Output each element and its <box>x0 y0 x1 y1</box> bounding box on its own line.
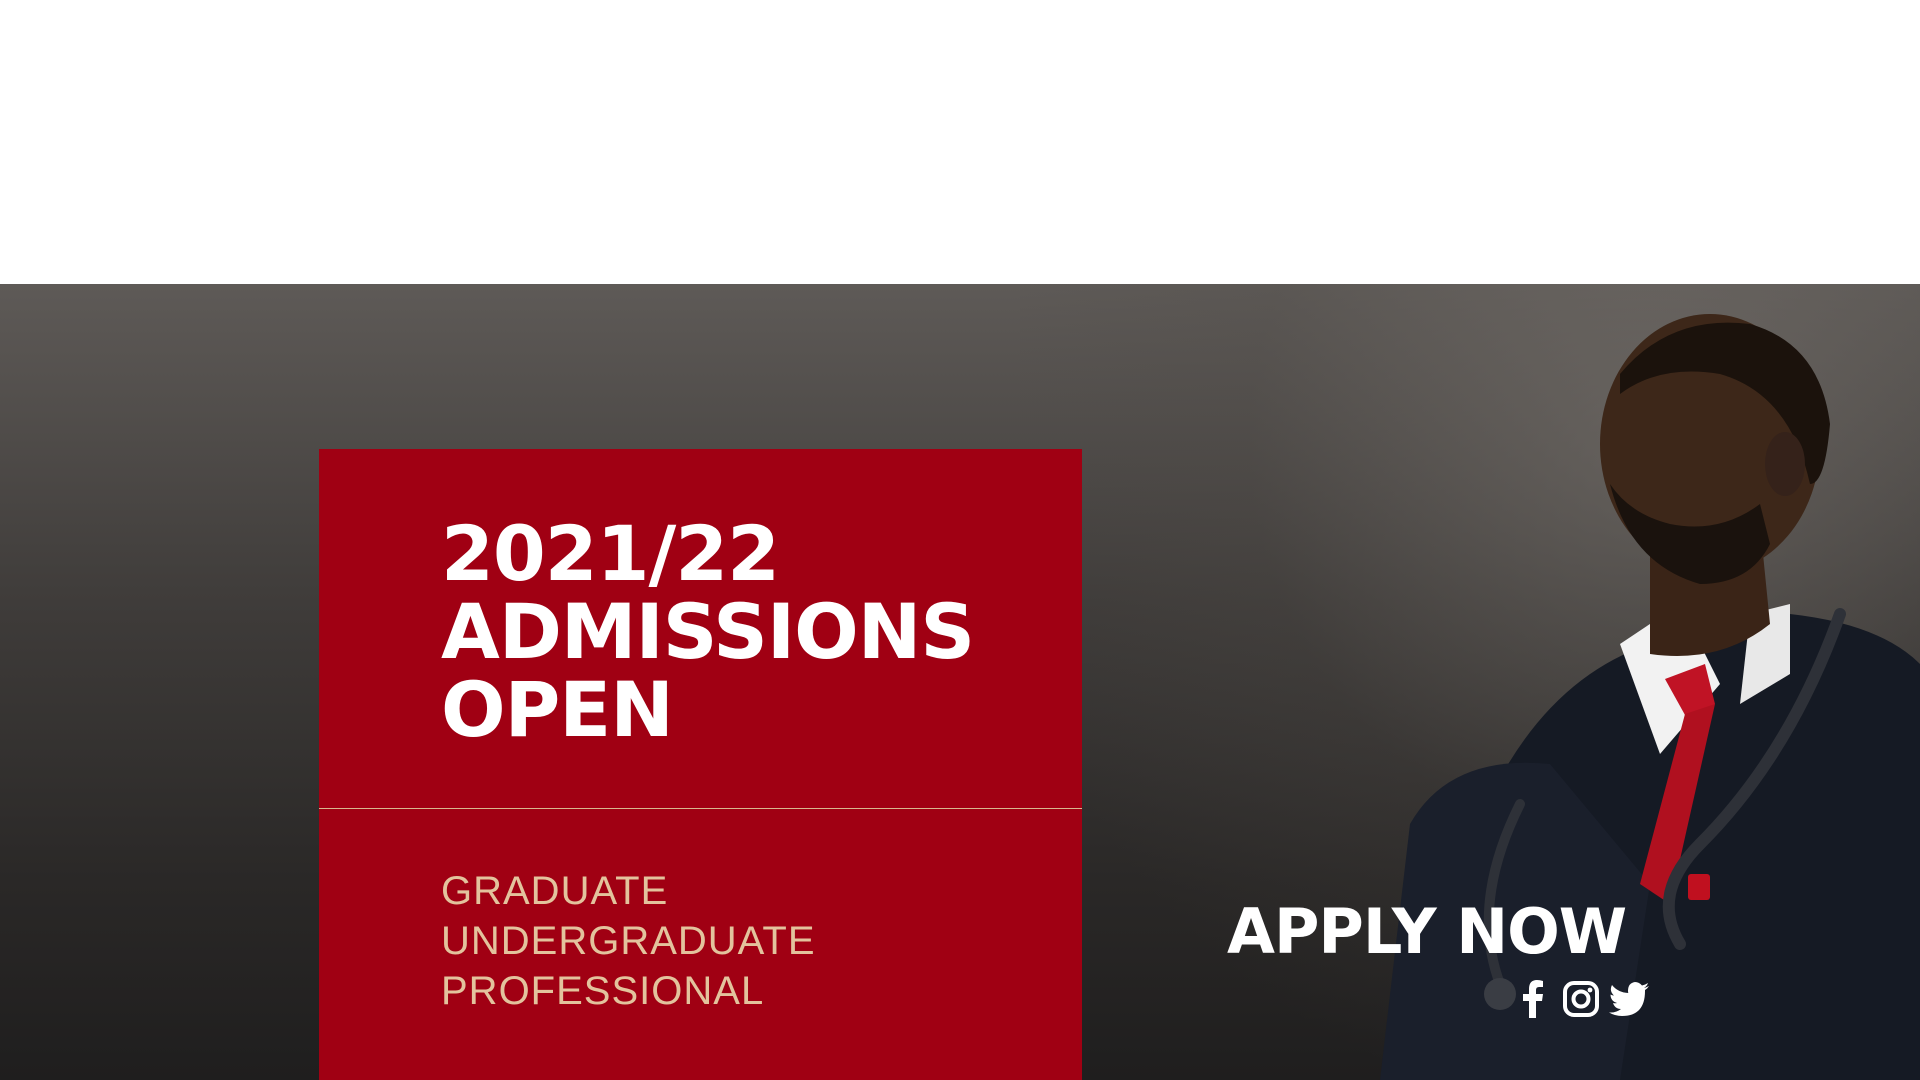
facebook-icon[interactable] <box>1512 978 1554 1020</box>
top-blank-area <box>0 0 1920 284</box>
apply-now-button[interactable]: APPLY NOW <box>1227 897 1627 967</box>
program-graduate: GRADUATE <box>441 869 669 913</box>
headline-open: OPEN <box>441 665 674 754</box>
headline-year: 2021/22 <box>441 509 780 598</box>
program-list: GRADUATE UNDERGRADUATE PROFESSIONAL <box>441 866 816 1016</box>
program-professional: PROFESSIONAL <box>441 969 765 1013</box>
twitter-icon[interactable] <box>1608 978 1650 1020</box>
headline-admissions: ADMISSIONS <box>441 587 975 676</box>
instagram-icon[interactable] <box>1560 978 1602 1020</box>
program-undergraduate: UNDERGRADUATE <box>441 919 816 963</box>
page: 2021/22 ADMISSIONS OPEN GRADUATE UNDERGR… <box>0 0 1920 1080</box>
social-links <box>1512 978 1650 1020</box>
admissions-headline: 2021/22 ADMISSIONS OPEN <box>441 509 975 754</box>
panel-divider <box>319 808 1082 809</box>
